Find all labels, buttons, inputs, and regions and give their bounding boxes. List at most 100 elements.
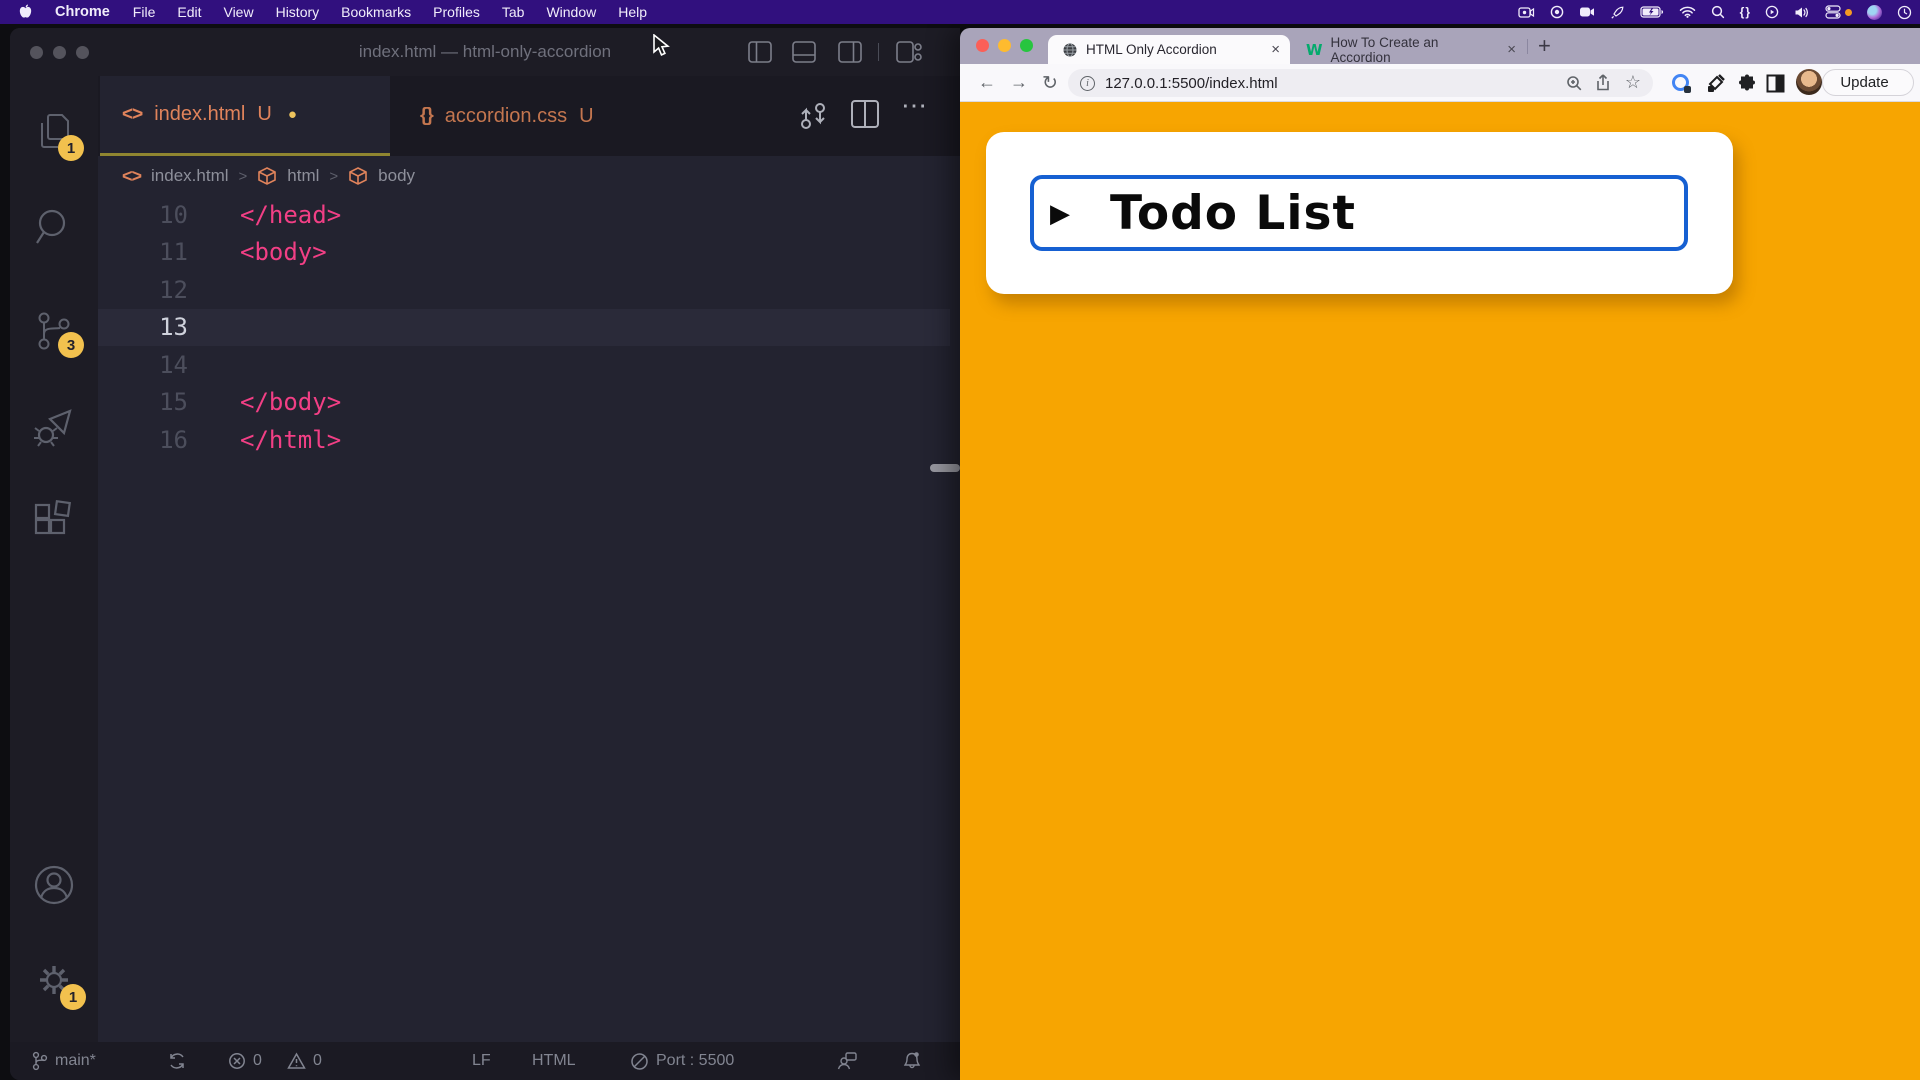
volume-icon[interactable] [1794, 6, 1810, 19]
menu-tab[interactable]: Tab [491, 4, 536, 20]
accordion-summary[interactable]: ▶ Todo List [1030, 175, 1688, 251]
customize-layout-icon[interactable] [896, 41, 922, 63]
tab-close-icon[interactable]: × [1507, 41, 1516, 58]
css-file-icon: {} [420, 105, 433, 127]
forward-icon[interactable]: → [1010, 72, 1028, 93]
eyedropper-extension-icon[interactable] [1706, 74, 1725, 93]
new-tab-button[interactable]: + [1538, 33, 1551, 59]
chrome-minimize-button[interactable] [998, 39, 1011, 52]
live-server-port[interactable]: Port : 5500 [630, 1042, 734, 1080]
back-icon[interactable]: ← [978, 72, 996, 93]
chrome-zoom-button[interactable] [1020, 39, 1033, 52]
eol-indicator[interactable]: LF [472, 1042, 491, 1080]
sync-icon[interactable] [168, 1042, 186, 1080]
git-branch-item[interactable]: main* [32, 1042, 96, 1080]
menu-history[interactable]: History [265, 4, 331, 20]
spotlight-search-icon[interactable] [1711, 5, 1725, 19]
toggle-panel-icon[interactable] [792, 41, 816, 63]
code-line[interactable]: 11<body> [98, 234, 960, 272]
screen-capture-camera-icon[interactable] [1518, 6, 1535, 19]
breadcrumb-html[interactable]: html [287, 166, 319, 186]
symbol-cube-icon [257, 166, 277, 186]
update-label: Update [1840, 74, 1888, 91]
code-line[interactable]: 15</body> [98, 384, 960, 422]
chrome-close-button[interactable] [976, 39, 989, 52]
menu-profiles[interactable]: Profiles [422, 4, 491, 20]
tab-close-icon[interactable]: × [1271, 41, 1280, 58]
language-mode[interactable]: HTML [532, 1042, 576, 1080]
code-line[interactable]: 16</html> [98, 421, 960, 459]
breadcrumb[interactable]: <> index.html > html > body [98, 156, 960, 196]
site-info-icon[interactable]: i [1080, 76, 1095, 91]
share-icon[interactable] [1595, 74, 1611, 92]
branch-icon [32, 1051, 48, 1071]
errors-item[interactable]: 0 [228, 1042, 262, 1080]
error-icon [228, 1052, 246, 1070]
code-editor[interactable]: 10</head> 11<body> 12 13 14 15</body> 16… [98, 196, 960, 1042]
settings-gear-icon[interactable]: 1 [32, 958, 76, 1002]
menu-edit[interactable]: Edit [166, 4, 212, 20]
toggle-primary-sidebar-icon[interactable] [748, 41, 772, 63]
vscode-title-bar[interactable]: index.html — html-only-accordion [10, 28, 960, 76]
account-icon[interactable] [32, 863, 76, 907]
menu-window[interactable]: Window [535, 4, 607, 20]
rocket-icon[interactable] [1610, 5, 1625, 20]
privacy-extension-icon[interactable] [1672, 74, 1689, 91]
menu-view[interactable]: View [212, 4, 264, 20]
editor-sash-handle[interactable] [930, 464, 960, 472]
code-line[interactable]: 10</head> [98, 196, 960, 234]
chrome-tab-strip: HTML Only Accordion × W How To Create an… [960, 28, 1920, 64]
extensions-puzzle-icon[interactable] [1738, 74, 1757, 93]
notifications-bell-icon[interactable] [902, 1042, 922, 1080]
zoom-icon[interactable] [1566, 75, 1583, 92]
menu-file[interactable]: File [122, 4, 167, 20]
toggle-secondary-sidebar-icon[interactable] [838, 41, 862, 63]
reload-icon[interactable]: ↻ [1042, 72, 1058, 95]
explorer-badge: 1 [58, 135, 84, 161]
wifi-icon[interactable] [1679, 6, 1696, 18]
record-icon[interactable] [1550, 5, 1564, 19]
tab-accordion-css[interactable]: {} accordion.css U [394, 76, 694, 156]
explorer-icon[interactable]: 1 [32, 111, 76, 155]
disclosure-triangle-icon[interactable]: ▶ [1050, 200, 1070, 226]
chrome-tab-active[interactable]: HTML Only Accordion × [1048, 35, 1290, 64]
dark-mode-extension-icon[interactable] [1766, 74, 1785, 93]
menu-app-name[interactable]: Chrome [43, 4, 122, 20]
mouse-cursor [652, 34, 674, 58]
apple-menu-icon[interactable] [0, 4, 43, 20]
source-control-icon[interactable]: 3 [32, 310, 76, 354]
clock-icon[interactable] [1897, 5, 1912, 20]
chrome-tab-inactive[interactable]: W How To Create an Accordion × [1298, 35, 1522, 64]
source-control-badge: 3 [58, 332, 84, 358]
chrome-window: HTML Only Accordion × W How To Create an… [960, 28, 1920, 1080]
menu-help[interactable]: Help [607, 4, 658, 20]
chrome-update-button[interactable]: Update [1822, 69, 1914, 96]
url-text[interactable]: 127.0.0.1:5500/index.html [1105, 75, 1278, 92]
bookmark-star-icon[interactable]: ☆ [1625, 72, 1641, 93]
control-center-icon[interactable] [1825, 5, 1852, 19]
battery-icon[interactable] [1640, 6, 1664, 18]
vscode-editor-area: <> index.html U ● {} accordion.css U ⋯ <… [98, 76, 960, 1042]
extensions-icon[interactable] [32, 498, 76, 542]
split-editor-icon[interactable] [851, 100, 879, 128]
live-share-icon[interactable] [836, 1042, 858, 1080]
breadcrumb-file[interactable]: index.html [151, 166, 228, 186]
menu-bookmarks[interactable]: Bookmarks [330, 4, 422, 20]
code-line-current[interactable]: 13 [98, 309, 950, 347]
more-actions-icon[interactable]: ⋯ [901, 90, 927, 121]
video-camera-icon[interactable] [1579, 6, 1595, 18]
code-line[interactable]: 12 [98, 271, 960, 309]
screen-play-icon[interactable] [1765, 5, 1779, 19]
code-line[interactable]: 14 [98, 346, 960, 384]
tab-separator [1527, 39, 1528, 54]
run-debug-icon[interactable] [32, 405, 76, 449]
breadcrumb-body[interactable]: body [378, 166, 415, 186]
siri-icon[interactable] [1867, 5, 1882, 20]
address-bar[interactable]: i 127.0.0.1:5500/index.html ☆ [1068, 69, 1653, 97]
warnings-item[interactable]: 0 [287, 1042, 322, 1080]
braces-icon[interactable]: { } [1740, 5, 1750, 19]
search-icon[interactable] [32, 205, 76, 249]
open-changes-icon[interactable] [798, 100, 828, 132]
tab-index-html[interactable]: <> index.html U ● [100, 76, 390, 156]
profile-avatar[interactable] [1796, 69, 1822, 95]
